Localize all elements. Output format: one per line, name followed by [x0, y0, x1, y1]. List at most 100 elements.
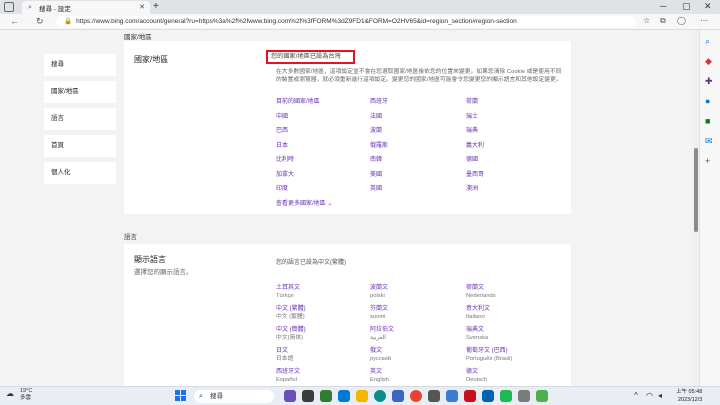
collections-icon[interactable]: ⧉	[660, 16, 666, 26]
url-input[interactable]: 🔒 https://www.bing.com/account/general?ru…	[56, 16, 636, 28]
copilot-icon[interactable]	[284, 390, 296, 402]
sidebar-item-personalization[interactable]: 個人化	[44, 162, 116, 184]
edge-icon[interactable]	[374, 390, 386, 402]
current-language-text: 您的語言已設為中文(繁體)	[276, 260, 346, 266]
country-link[interactable]: 加拿大	[276, 171, 370, 186]
language-native-name: Türkçe	[276, 293, 294, 299]
language-option[interactable]: 波蘭文 polski	[370, 284, 466, 305]
sidebar-item-language[interactable]: 語言	[44, 108, 116, 130]
minimize-icon[interactable]: ─	[660, 1, 666, 11]
games-icon[interactable]: ●	[705, 96, 710, 106]
sidebar-item-search[interactable]: 搜尋	[44, 54, 116, 76]
language-option[interactable]: 德文 Deutsch	[466, 368, 546, 386]
language-option[interactable]: 意大利文 Italiano	[466, 305, 546, 326]
country-link[interactable]: 法國	[370, 113, 466, 128]
country-link[interactable]: 巴西	[276, 127, 370, 142]
country-link[interactable]: 比利時	[276, 156, 370, 171]
taskbar-search[interactable]: ⌕ 搜尋	[194, 390, 274, 403]
country-link[interactable]: 義大利	[466, 142, 546, 157]
country-grid: 目前的國家/地區 西班牙 荷蘭中國 法國 瑞士巴西 波蘭 瑞典日本 俄羅斯 義大利比利時 南韓 德國…	[276, 98, 546, 200]
maximize-icon[interactable]: ▢	[682, 1, 691, 12]
taskbar-clock[interactable]: 上午 05:48 2023/12/3	[676, 388, 702, 404]
new-tab-button[interactable]: +	[153, 1, 159, 13]
close-tab-icon[interactable]: ✕	[139, 3, 145, 11]
store-icon[interactable]	[392, 390, 404, 402]
language-native-name: русский	[370, 356, 391, 362]
chevron-down-icon: ⌄	[327, 201, 333, 207]
language-option[interactable]: 土耳其文 Türkçe	[276, 284, 370, 305]
tools-icon[interactable]: ✚	[705, 76, 713, 87]
office-icon[interactable]: ■	[705, 116, 710, 126]
file-explorer-icon[interactable]	[356, 390, 368, 402]
language-option[interactable]: 俄文 русский	[370, 347, 466, 368]
country-link[interactable]: 美國	[370, 171, 466, 186]
language-option[interactable]: 西班牙文 Español	[276, 368, 370, 386]
language-option[interactable]: 阿拉伯文 العربية	[370, 326, 466, 347]
region-section-label: 國家/地區	[124, 34, 152, 41]
favorites-icon[interactable]: ☆	[643, 16, 650, 25]
language-name: 英文	[370, 369, 383, 375]
tray-chevron-icon[interactable]: ^	[634, 391, 638, 400]
app-icon[interactable]	[446, 390, 458, 402]
app-icon[interactable]	[500, 390, 512, 402]
sidebar-item-homepage[interactable]: 首頁	[44, 135, 116, 157]
search-icon[interactable]: ⌕	[705, 36, 710, 47]
language-option[interactable]: 瑞典文 Svenska	[466, 326, 546, 347]
country-link[interactable]: 墨西哥	[466, 171, 546, 186]
app-icon[interactable]	[338, 390, 350, 402]
language-option[interactable]: 日文 日本語	[276, 347, 370, 368]
tab-actions-icon[interactable]	[4, 2, 14, 12]
country-link[interactable]: 南韓	[370, 156, 466, 171]
country-link[interactable]: 中國	[276, 113, 370, 128]
app-icon[interactable]	[320, 390, 332, 402]
clock-date: 2023/12/3	[677, 397, 703, 403]
language-native-name: suomi	[370, 314, 386, 320]
country-link[interactable]: 俄羅斯	[370, 142, 466, 157]
app-icon[interactable]	[464, 390, 476, 402]
country-link[interactable]: 荷蘭	[466, 98, 546, 113]
language-option[interactable]: 英文 English	[370, 368, 466, 386]
add-icon[interactable]: +	[705, 156, 710, 166]
outlook-icon[interactable]: ✉	[705, 136, 713, 147]
tab-active[interactable]: ⌕ 搜尋 - 設定 ✕	[22, 1, 150, 14]
app-icon[interactable]	[482, 390, 494, 402]
sidebar-item-region[interactable]: 國家/地區	[44, 81, 116, 103]
country-link[interactable]: 瑞士	[466, 113, 546, 128]
language-option[interactable]: 中文 (繁體) 中文 (繁體)	[276, 305, 370, 326]
language-option[interactable]: 荷蘭文 Nederlands	[466, 284, 546, 305]
language-name: 芬蘭文	[370, 306, 389, 312]
country-link[interactable]: 目前的國家/地區	[276, 98, 370, 113]
country-link[interactable]: 德國	[466, 156, 546, 171]
back-icon[interactable]: ←	[10, 16, 19, 26]
country-link[interactable]: 英國	[370, 185, 466, 200]
app-icon[interactable]	[536, 390, 548, 402]
chrome-icon[interactable]	[410, 390, 422, 402]
country-link[interactable]: 瑞典	[466, 127, 546, 142]
language-name: 俄文	[370, 348, 383, 354]
country-link[interactable]: 日本	[276, 142, 370, 157]
refresh-icon[interactable]: ↻	[36, 16, 44, 27]
language-option[interactable]: 中文 (簡體) 中文(简体)	[276, 326, 370, 347]
language-native-name: Español	[276, 377, 297, 383]
sidebar: 搜尋 國家/地區 語言 首頁 個人化	[44, 54, 116, 189]
volume-icon[interactable]: ◂	[658, 391, 662, 400]
country-link[interactable]: 澳洲	[466, 185, 546, 200]
language-name: 中文 (繁體)	[276, 306, 306, 312]
start-icon[interactable]	[175, 390, 187, 402]
taskbar-search-label: 搜尋	[210, 393, 223, 400]
app-icon[interactable]	[518, 390, 530, 402]
wifi-icon[interactable]: ◠	[646, 391, 653, 400]
profile-icon[interactable]: ◯	[677, 16, 686, 25]
task-view-icon[interactable]	[302, 390, 314, 402]
shopping-icon[interactable]: ◆	[705, 56, 712, 67]
close-window-icon[interactable]: ✕	[704, 1, 712, 12]
language-name: 西班牙文	[276, 369, 301, 375]
more-menu-icon[interactable]: ⋯	[700, 16, 708, 25]
country-link[interactable]: 西班牙	[370, 98, 466, 113]
language-option[interactable]: 芬蘭文 suomi	[370, 305, 466, 326]
country-link[interactable]: 波蘭	[370, 127, 466, 142]
more-regions-link[interactable]: 查看更多國家/地區 ⌄	[276, 198, 332, 207]
language-option[interactable]: 葡萄牙文 (巴西) Português (Brasil)	[466, 347, 546, 368]
app-icon[interactable]	[428, 390, 440, 402]
scrollbar-thumb[interactable]	[694, 148, 698, 232]
